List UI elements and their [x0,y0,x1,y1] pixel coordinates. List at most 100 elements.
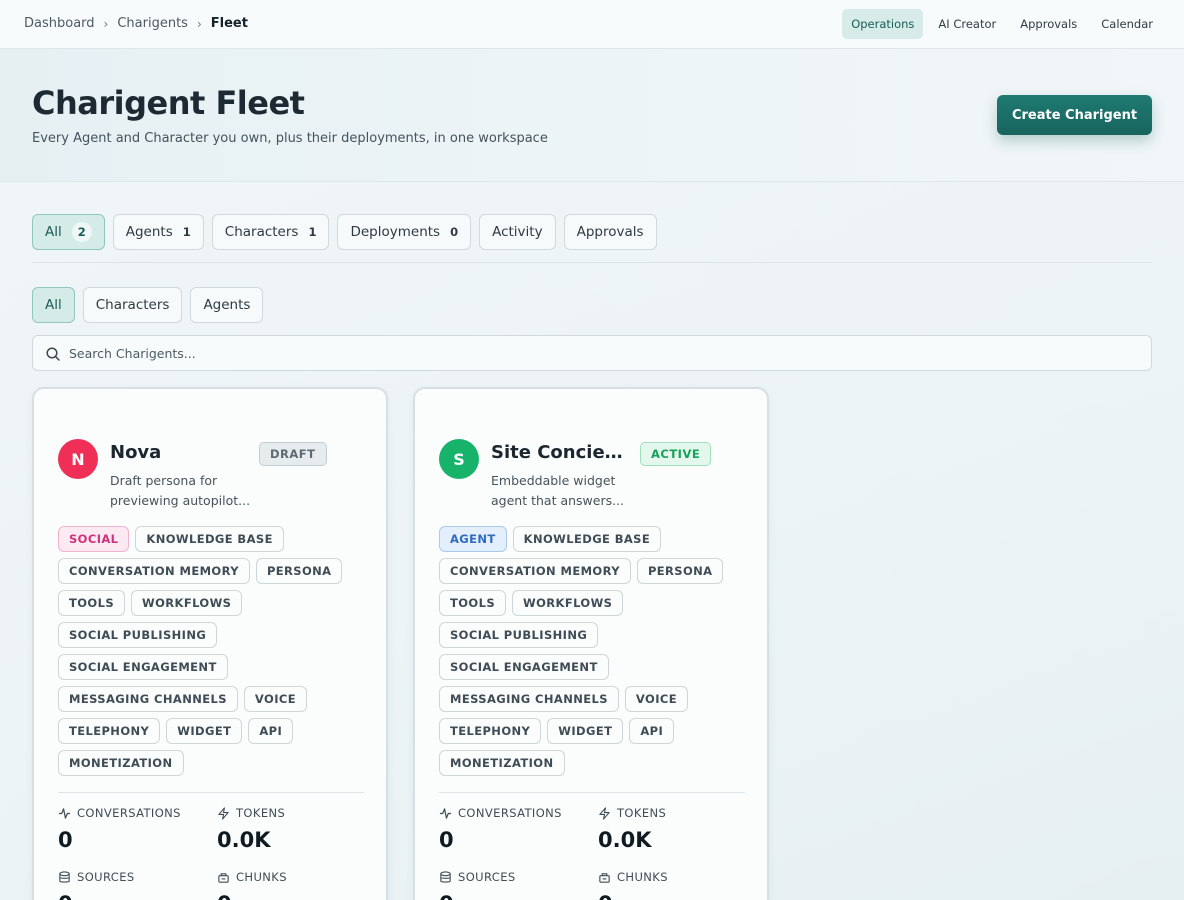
avatar: N [58,439,98,479]
tab-count: 1 [182,225,191,239]
stat-chunks: CHUNKS 0 [217,870,287,900]
tag: MONETIZATION [58,750,184,776]
tab-agents[interactable]: Agents 1 [112,214,204,250]
tag: TELEPHONY [58,718,161,744]
tag: CONVERSATION MEMORY [58,558,250,584]
stat-sources: SOURCES 0 [439,870,516,900]
filter-characters[interactable]: Characters [82,287,183,323]
capability-tags: SOCIAL KNOWLEDGE BASE CONVERSATION MEMOR… [58,526,370,776]
tab-label: All [45,224,62,240]
tab-activity[interactable]: Activity [479,214,556,250]
avatar: S [439,439,479,479]
tab-deployments[interactable]: Deployments 0 [337,214,472,250]
tag: TOOLS [58,590,126,616]
tag: KNOWLEDGE BASE [135,526,284,552]
tag: MESSAGING CHANNELS [58,686,238,712]
tab-count: 2 [71,222,92,242]
stat-tokens: TOKENS 0.0K [598,806,666,852]
tag: SOCIAL [58,526,130,552]
package-icon [599,872,610,883]
search-icon [46,347,60,361]
tag: CONVERSATION MEMORY [439,558,631,584]
stat-label: CONVERSATIONS [77,806,181,820]
stat-value: 0 [58,828,73,852]
tag: VOICE [624,686,688,712]
tab-label: Approvals [576,224,644,240]
stat-label: CHUNKS [617,870,668,884]
stat-value: 0.0K [598,828,652,852]
tag: WIDGET [547,718,624,744]
stat-conversations: CONVERSATIONS 0 [439,806,562,852]
stat-label: TOKENS [617,806,667,820]
card-name[interactable]: Site Concier... [491,442,623,463]
card-name[interactable]: Nova [110,442,161,463]
type-filter: All Characters Agents [32,287,264,323]
page-header: Charigent Fleet Every Agent and Characte… [0,49,1184,182]
breadcrumb: Dashboard › Charigents › Fleet [24,16,248,31]
tag: SOCIAL ENGAGEMENT [439,654,609,680]
divider [32,262,1152,263]
tag: MESSAGING CHANNELS [439,686,619,712]
tag: TOOLS [439,590,507,616]
stat-label: SOURCES [458,870,516,884]
stat-value: 0.0K [217,828,271,852]
tag: SOCIAL ENGAGEMENT [58,654,228,680]
tab-label: Deployments [350,224,441,240]
filter-all[interactable]: All [32,287,75,323]
chevron-right-icon: › [196,16,202,31]
create-charigent-button[interactable]: Create Charigent [997,95,1152,135]
tab-characters[interactable]: Characters 1 [211,214,330,250]
top-nav: Operations AI Creator Approvals Calendar [842,9,1162,39]
page-title: Charigent Fleet [32,84,305,122]
tab-all[interactable]: All 2 [32,214,105,250]
tag: SOCIAL PUBLISHING [58,622,218,648]
status-badge: ACTIVE [640,442,712,466]
top-bar: Dashboard › Charigents › Fleet Operation… [0,0,1184,49]
breadcrumb-charigents[interactable]: Charigents [117,16,188,31]
tab-label: Characters [224,224,299,240]
tag: API [629,718,675,744]
tag: PERSONA [636,558,724,584]
chevron-right-icon: › [103,16,109,31]
stat-label: SOURCES [77,870,135,884]
card-description: Embeddable widget agent that answers... [491,473,625,508]
database-icon [440,870,451,883]
divider [439,792,745,793]
nav-operations[interactable]: Operations [842,9,924,39]
tag: MONETIZATION [439,750,565,776]
search-bar [32,335,1152,371]
divider [58,792,364,793]
tag: WORKFLOWS [512,590,624,616]
stat-value: 0 [439,828,454,852]
stat-label: TOKENS [236,806,286,820]
stat-label: CONVERSATIONS [458,806,562,820]
stat-chunks: CHUNKS 0 [598,870,668,900]
tag: TELEPHONY [439,718,542,744]
search-input[interactable] [69,336,1139,370]
status-badge: DRAFT [259,442,327,466]
breadcrumb-dashboard[interactable]: Dashboard [24,16,95,31]
stat-conversations: CONVERSATIONS 0 [58,806,181,852]
zap-icon [218,806,229,820]
activity-icon [58,807,71,819]
stat-value: 0 [217,892,287,900]
tab-approvals[interactable]: Approvals [563,214,657,250]
stat-sources: SOURCES 0 [58,870,135,900]
charigent-card[interactable]: N Nova DRAFT Draft persona for previewin… [32,387,388,900]
tag: VOICE [243,686,307,712]
section-tabs: All 2 Agents 1 Characters 1 Deployments … [32,214,657,250]
activity-icon [439,807,452,819]
tag: WIDGET [166,718,243,744]
tab-count: 0 [450,225,459,239]
nav-approvals[interactable]: Approvals [1011,9,1086,39]
tag: SOCIAL PUBLISHING [439,622,599,648]
tag: WORKFLOWS [131,590,243,616]
filter-agents[interactable]: Agents [190,287,264,323]
charigent-card[interactable]: S Site Concier... ACTIVE Embeddable widg… [413,387,769,900]
nav-calendar[interactable]: Calendar [1092,9,1162,39]
page-subtitle: Every Agent and Character you own, plus … [32,131,548,146]
tag: API [248,718,294,744]
card-description: Draft persona for previewing autopilot..… [110,473,251,508]
tab-count: 1 [308,225,317,239]
nav-ai-creator[interactable]: AI Creator [929,9,1005,39]
